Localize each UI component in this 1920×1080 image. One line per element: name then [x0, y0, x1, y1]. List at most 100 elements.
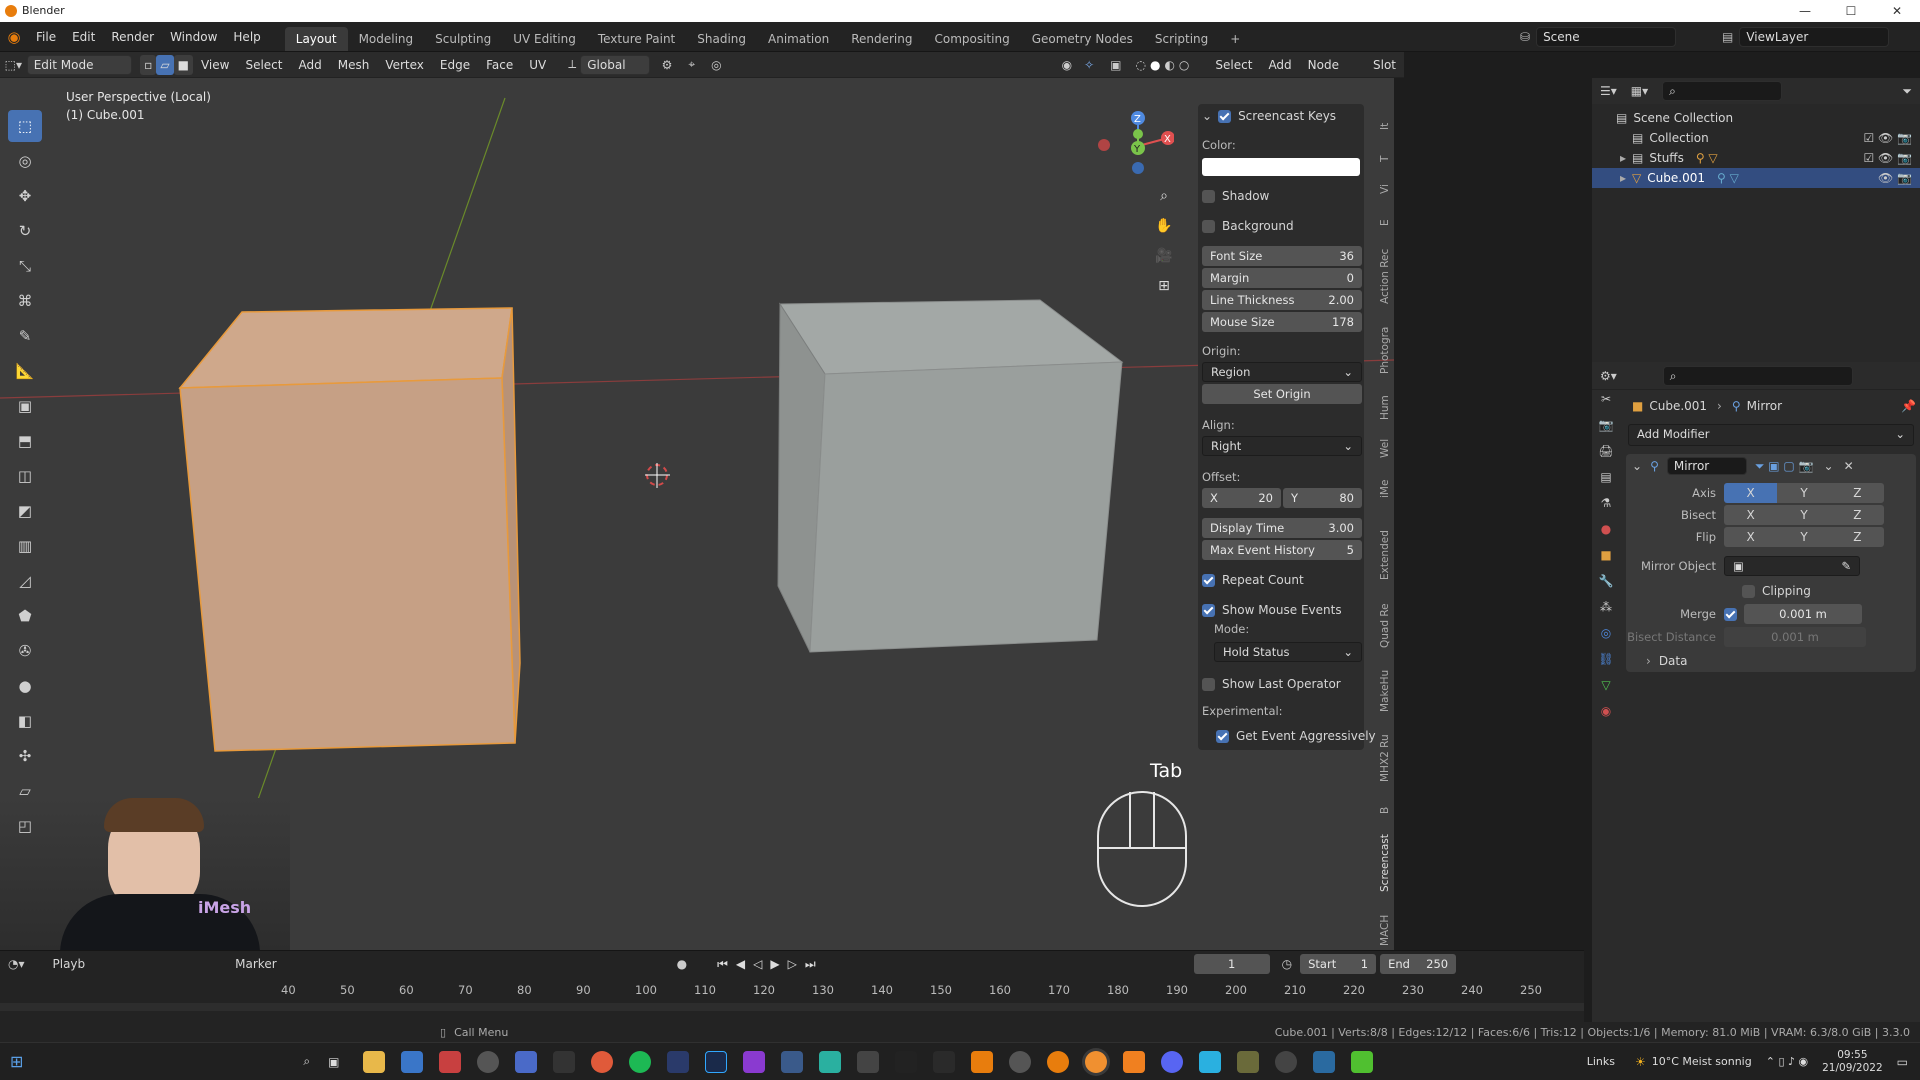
app-purple-icon[interactable] — [743, 1050, 766, 1073]
offset-y-field[interactable]: Y 80 — [1283, 488, 1362, 508]
xray-icon[interactable]: ▣ — [1110, 58, 1121, 72]
clipping-option[interactable]: Clipping — [1626, 580, 1916, 602]
tab-mhx2[interactable]: MHX2 Ru — [1379, 726, 1391, 782]
bisect-y-toggle[interactable]: Y — [1777, 505, 1831, 525]
scale-tool-icon[interactable]: ⤡ — [8, 250, 42, 282]
scene-tab-icon[interactable]: ⚗ — [1592, 496, 1620, 522]
timeline-ruler[interactable]: 40 50 60 70 80 90 100 110 120 130 140 150 160 170 180 1… — [0, 981, 1584, 1001]
editor-type-icon[interactable]: ⬚▾ — [0, 58, 27, 72]
annotate-tool-icon[interactable]: ✎ — [8, 320, 42, 352]
photoshop-icon[interactable] — [705, 1050, 728, 1073]
menu-window[interactable]: Window — [162, 22, 225, 52]
bisect-distance-field[interactable]: 0.001 m — [1724, 627, 1866, 647]
filter-icon[interactable]: ⏷ — [1902, 84, 1912, 99]
app-play-icon[interactable] — [1351, 1050, 1374, 1073]
tab-photogra[interactable]: Photogra — [1379, 318, 1391, 374]
tab-rendering[interactable]: Rendering — [840, 27, 923, 51]
properties-editor-icon[interactable]: ⚙▾ — [1600, 369, 1617, 383]
font-size-field[interactable]: Font Size 36 — [1202, 246, 1362, 266]
close-icon[interactable]: ✕ — [1874, 0, 1920, 22]
collapse-chevron-icon[interactable]: ⌄ — [1202, 109, 1212, 123]
menu-face[interactable]: Face — [478, 52, 521, 78]
ortho-grid-icon[interactable]: ⊞ — [1150, 278, 1178, 308]
zoom-icon[interactable]: ⌕ — [1150, 188, 1178, 218]
pivot-icon[interactable]: ⚙ — [662, 58, 673, 72]
blender-alt-icon[interactable] — [1047, 1050, 1070, 1073]
pin-icon[interactable]: 📌 — [1901, 399, 1916, 413]
menu-edit[interactable]: Edit — [64, 22, 103, 52]
store-icon[interactable] — [401, 1050, 424, 1073]
node-menu-select[interactable]: Select — [1207, 52, 1260, 78]
discord-icon[interactable] — [1161, 1050, 1184, 1073]
tab-animation[interactable]: Animation — [757, 27, 840, 51]
axis-y-toggle[interactable]: Y — [1777, 483, 1831, 503]
knife-tool-icon[interactable]: ◿ — [8, 565, 42, 597]
modifier-tab-icon[interactable]: 🔧 — [1592, 574, 1620, 600]
offset-x-field[interactable]: X 20 — [1202, 488, 1281, 508]
axis-z-toggle[interactable]: Z — [1830, 483, 1884, 503]
max-event-history-field[interactable]: Max Event History 5 — [1202, 540, 1362, 560]
menu-view[interactable]: View — [193, 52, 237, 78]
modifier-visibility-icons[interactable]: ⏷ ▣ ▢ 📷 — [1755, 459, 1814, 474]
shading-solid-icon[interactable]: ● — [1150, 58, 1160, 72]
app-screen-icon[interactable] — [1313, 1050, 1336, 1073]
repeat-count-option[interactable]: Repeat Count — [1202, 570, 1362, 590]
rip-tool-icon[interactable]: ◰ — [8, 810, 42, 842]
bisect-z-toggle[interactable]: Z — [1830, 505, 1884, 525]
clock-icon[interactable]: ◷ — [1282, 957, 1292, 971]
transform-tool-icon[interactable]: ⌘ — [8, 285, 42, 317]
edge-slide-tool-icon[interactable]: ◧ — [8, 705, 42, 737]
properties-search[interactable]: ⌕ — [1662, 365, 1853, 386]
menu-help[interactable]: Help — [225, 22, 268, 52]
show-last-operator-option[interactable]: Show Last Operator — [1202, 674, 1362, 694]
app-circle-icon[interactable] — [477, 1050, 500, 1073]
panel-header[interactable]: ⌄ Screencast Keys — [1202, 106, 1362, 126]
outliner-editor-icon[interactable]: ☰▾ — [1600, 84, 1617, 98]
tree-item-cube-001[interactable]: ▸ ▽ Cube.001 ⚲ ▽ 👁 📷 — [1592, 168, 1920, 188]
tab-hum[interactable]: Hum — [1379, 390, 1391, 420]
expand-icon[interactable]: ▸ — [1620, 151, 1626, 165]
app-hex-icon[interactable] — [781, 1050, 804, 1073]
calculator-icon[interactable] — [515, 1050, 538, 1073]
tab-makehu[interactable]: MakeHu — [1379, 664, 1391, 712]
overlay-icon[interactable]: ◉ — [1062, 58, 1072, 72]
playback-menu[interactable]: Playb — [53, 957, 86, 971]
start-frame-field[interactable]: Start 1 — [1300, 954, 1377, 974]
tab-scripting[interactable]: Scripting — [1144, 27, 1219, 51]
tab-uv-editing[interactable]: UV Editing — [502, 27, 587, 51]
timeline-scrollbar[interactable] — [0, 1003, 1584, 1011]
maximize-icon[interactable]: ☐ — [1828, 0, 1874, 22]
painter-icon[interactable] — [933, 1050, 956, 1073]
app-c-icon[interactable] — [1199, 1050, 1222, 1073]
select-mode-edge-icon[interactable]: ▱ — [156, 54, 174, 75]
menu-select[interactable]: Select — [237, 52, 290, 78]
camera-icon[interactable]: 🎥 — [1150, 248, 1178, 278]
tree-item-collection[interactable]: ▤ Collection ☑ 👁 📷 — [1592, 128, 1920, 148]
timeline-editor-icon[interactable]: ◔▾ — [8, 957, 25, 971]
weather-text[interactable]: 10°C Meist sonnig — [1652, 1055, 1752, 1068]
collapse-chevron-icon[interactable]: ⌄ — [1632, 459, 1642, 473]
minimize-icon[interactable]: — — [1782, 0, 1828, 22]
clock-time[interactable]: 09:55 — [1822, 1049, 1883, 1062]
snap-icon[interactable]: ⌖ — [688, 57, 695, 72]
world-tab-icon[interactable]: ● — [1592, 522, 1620, 548]
shrink-tool-icon[interactable]: ✣ — [8, 740, 42, 772]
rotate-tool-icon[interactable]: ↻ — [8, 215, 42, 247]
tab-view[interactable]: Vi — [1379, 178, 1391, 194]
end-frame-field[interactable]: End 250 — [1380, 954, 1457, 974]
mode-dropdown[interactable]: Hold Status ⌄ — [1214, 642, 1362, 662]
add-workspace-icon[interactable]: + — [1219, 27, 1251, 51]
flip-y-toggle[interactable]: Y — [1777, 527, 1831, 547]
tab-action-rec[interactable]: Action Rec — [1379, 244, 1391, 304]
app-ring-icon[interactable] — [1275, 1050, 1298, 1073]
data-subpanel[interactable]: › Data — [1626, 648, 1916, 674]
axis-x-toggle[interactable]: X — [1724, 483, 1778, 503]
inset-tool-icon[interactable]: ◫ — [8, 460, 42, 492]
show-mouse-events-option[interactable]: Show Mouse Events — [1202, 600, 1362, 620]
tab-compositing[interactable]: Compositing — [923, 27, 1020, 51]
davinci-icon[interactable] — [895, 1050, 918, 1073]
line-thickness-field[interactable]: Line Thickness 2.00 — [1202, 290, 1362, 310]
tab-texture-paint[interactable]: Texture Paint — [587, 27, 686, 51]
app-orange-icon[interactable] — [971, 1050, 994, 1073]
tab-quad-re[interactable]: Quad Re — [1379, 600, 1391, 648]
